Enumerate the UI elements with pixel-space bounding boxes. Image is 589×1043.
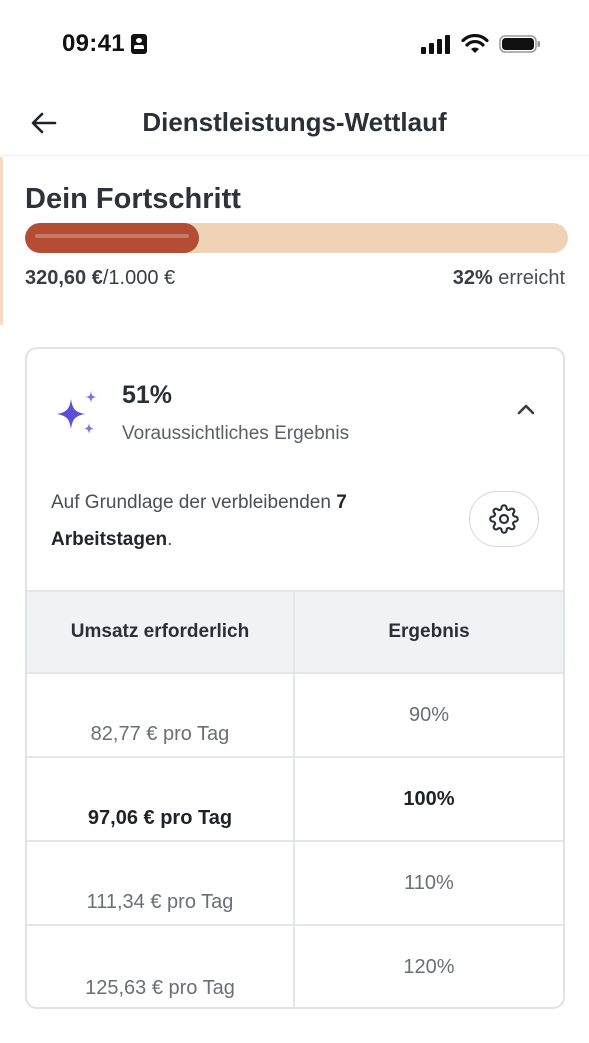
settings-button[interactable] (469, 491, 539, 547)
column-header-required: Umsatz erforderlich (27, 592, 295, 672)
gear-icon (489, 504, 519, 534)
cell-required: 125,63 € pro Tag (27, 926, 295, 1007)
status-time-text: 09:41 (62, 30, 125, 57)
progress-amount: 320,60 €/1.000 € (25, 267, 175, 290)
page-title: Dienstleistungs-Wettlauf (0, 107, 589, 138)
cell-required: 111,34 € pro Tag (27, 842, 295, 924)
forecast-card: 51% Voraussichtliches Ergebnis Auf Grund… (25, 347, 565, 1009)
basis-suffix: . (167, 529, 173, 550)
cell-result: 100% (403, 788, 455, 810)
cell-result: 120% (403, 956, 455, 978)
forecast-basis-text: Auf Grundlage der verbleibenden 7 Arbeit… (51, 484, 441, 558)
cell-required: 97,06 € pro Tag (27, 758, 295, 840)
progress-bar (25, 223, 568, 253)
progress-title: Dein Fortschritt (25, 183, 241, 215)
forecast-value: 51% (122, 381, 173, 409)
cell-result: 110% (404, 872, 454, 894)
status-bar: 09:41 (0, 0, 589, 90)
table-row: 82,77 € pro Tag 90% (27, 674, 563, 758)
progress-target-amount: /1.000 € (102, 267, 176, 289)
chevron-up-icon[interactable] (513, 399, 539, 419)
table-row: 111,34 € pro Tag 110% (27, 842, 563, 926)
progress-bar-fill (25, 223, 199, 253)
nav-header: Dienstleistungs-Wettlauf (0, 90, 589, 156)
forecast-header[interactable]: 51% Voraussichtliches Ergebnis (27, 349, 563, 459)
progress-percent: 32% erreicht (453, 267, 565, 290)
cell-result: 90% (408, 704, 450, 726)
column-header-result: Ergebnis (388, 621, 470, 642)
cell-required: 82,77 € pro Tag (27, 674, 295, 756)
wifi-icon (461, 34, 489, 53)
signal-icon (421, 35, 450, 54)
progress-percent-suffix: erreicht (492, 267, 565, 289)
forecast-table: Umsatz erforderlich Ergebnis 82,77 € pro… (27, 590, 563, 1007)
status-time: 09:41 (62, 30, 147, 58)
progress-current-amount: 320,60 € (25, 267, 103, 289)
forecast-label: Voraussichtliches Ergebnis (122, 423, 350, 444)
sparkles-icon (57, 391, 97, 434)
battery-icon (499, 35, 540, 53)
id-icon (130, 34, 147, 54)
table-row: 125,63 € pro Tag 120% (27, 926, 563, 1007)
basis-prefix: Auf Grundlage der verbleibenden (51, 492, 337, 513)
progress-section: Dein Fortschritt 320,60 €/1.000 € 32% er… (0, 157, 589, 325)
table-header: Umsatz erforderlich Ergebnis (27, 592, 563, 674)
status-icons (421, 34, 541, 54)
progress-percent-value: 32% (452, 267, 493, 289)
table-row-highlighted: 97,06 € pro Tag 100% (27, 758, 563, 842)
page-title-text: Dienstleistungs-Wettlauf (142, 107, 447, 137)
